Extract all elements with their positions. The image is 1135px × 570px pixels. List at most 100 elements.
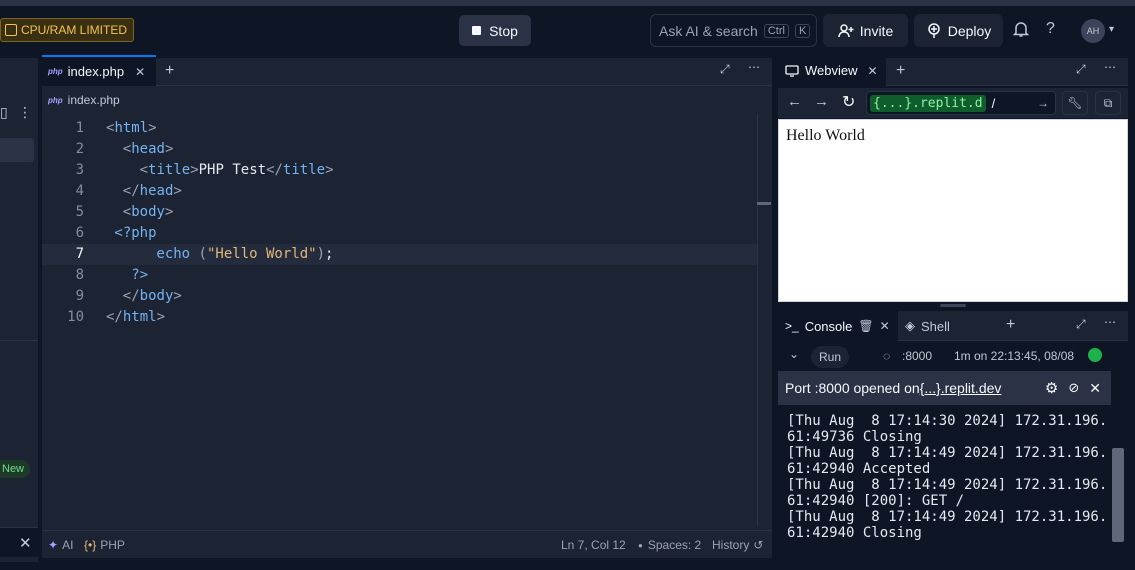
ai-icon: ✦	[48, 538, 59, 552]
code-text: <body>	[122, 204, 174, 220]
code-line[interactable]: 2 <head>	[42, 139, 758, 160]
code-line[interactable]: 6 <?php	[42, 223, 758, 244]
dot-icon: ●	[638, 540, 643, 550]
port-notification-link[interactable]: {...}.replit.dev	[920, 380, 1002, 396]
devtools-button[interactable]: 🔧︎	[1062, 91, 1088, 115]
code-line[interactable]: 9 </body>	[42, 286, 758, 307]
run-button[interactable]: Run	[811, 346, 849, 368]
code-text: </head>	[122, 183, 182, 199]
search-input[interactable]: Ask AI & search Ctrl K	[650, 14, 817, 47]
console-scrollbar[interactable]	[1112, 448, 1124, 542]
code-line[interactable]: 7 echo ("Hello World");	[42, 244, 758, 265]
resize-handle[interactable]	[940, 304, 966, 307]
more-options-icon[interactable]: ⋯	[748, 60, 760, 74]
code-text: echo ("Hello World");	[156, 246, 334, 262]
url-bar[interactable]: {...}.replit.d / →	[866, 91, 1056, 115]
forward-arrow-icon[interactable]: →	[814, 93, 829, 110]
external-link-icon: ⧉	[1103, 95, 1113, 110]
history-icon: ↺	[753, 538, 764, 552]
resource-limit-label: CPU/RAM LIMITED	[21, 23, 128, 37]
help-icon[interactable]: ?	[1046, 20, 1055, 38]
line-number: 3	[75, 162, 84, 178]
code-text: <title>PHP Test</title>	[139, 162, 334, 178]
cursor-position[interactable]: Ln 7, Col 12	[561, 538, 626, 552]
console-tab-label: Console	[804, 318, 853, 334]
chevron-down-icon[interactable]: ▾	[1109, 24, 1114, 35]
port-notification: Port :8000 opened on {...}.replit.dev ⚙ …	[778, 371, 1111, 405]
resource-limit-badge[interactable]: CPU/RAM LIMITED	[0, 18, 135, 42]
uptime-label: 1m on 22:13:45, 08/08	[954, 349, 1075, 363]
more-options-icon[interactable]: ⋯	[1104, 315, 1116, 329]
port-label[interactable]: :8000	[902, 349, 932, 363]
code-text: </body>	[122, 288, 182, 304]
code-line[interactable]: 5 <body>	[42, 202, 758, 223]
more-options-icon[interactable]: ⋮	[18, 104, 32, 121]
expand-icon[interactable]: ⤢	[1076, 62, 1086, 77]
breadcrumb-file[interactable]: index.php	[68, 93, 120, 107]
shell-icon: ◈	[905, 318, 915, 333]
close-icon[interactable]: ✕	[1089, 380, 1101, 397]
code-line[interactable]: 3 <title>PHP Test</title>	[42, 160, 758, 181]
close-icon[interactable]: ✕	[19, 534, 32, 552]
editor-scrollbar-thumb[interactable]	[757, 202, 771, 205]
stop-label: Stop	[489, 22, 518, 39]
code-text: ?>	[131, 267, 149, 283]
webview-page-text: Hello World	[786, 127, 865, 144]
close-tab-icon[interactable]: ✕	[880, 319, 890, 333]
code-line[interactable]: 1 <html>	[42, 118, 758, 139]
history-button[interactable]: History ↺	[712, 538, 763, 552]
indentation-button[interactable]: ● Spaces: 2	[638, 538, 701, 552]
language-button[interactable]: {•} PHP	[84, 538, 125, 552]
indentation-label: Spaces: 2	[647, 538, 702, 552]
url-path: /	[991, 95, 996, 111]
chevron-down-icon[interactable]: ⌄	[789, 347, 799, 361]
webview-frame[interactable]	[778, 119, 1128, 302]
deploy-button[interactable]: Deploy	[914, 14, 1003, 47]
deploy-label: Deploy	[947, 22, 992, 39]
eye-off-icon[interactable]: ⊘	[1068, 380, 1079, 396]
close-tab-icon[interactable]: ✕	[135, 65, 145, 79]
editor-scrollbar[interactable]	[757, 114, 771, 526]
deploy-icon	[927, 22, 940, 38]
expand-icon[interactable]: ⤢	[720, 62, 730, 77]
tab-webview[interactable]: Webview ✕	[778, 55, 886, 86]
back-arrow-icon[interactable]: ←	[787, 93, 802, 110]
code-line[interactable]: 10 </html>	[42, 307, 758, 328]
invite-button[interactable]: Invite	[823, 14, 908, 47]
close-tab-icon[interactable]: ✕	[868, 64, 878, 78]
line-number: 8	[75, 267, 84, 283]
more-options-icon[interactable]: ⋯	[1104, 60, 1116, 74]
ai-button[interactable]: ✦ AI	[48, 538, 73, 552]
code-text: <head>	[122, 141, 174, 157]
add-tab-icon[interactable]: +	[896, 62, 905, 80]
php-file-icon: php	[48, 67, 63, 76]
tab-shell[interactable]: ◈ Shell	[905, 311, 950, 341]
avatar[interactable]: AH	[1081, 19, 1105, 43]
shell-tab-label: Shell	[921, 318, 950, 334]
sidebar-item-active[interactable]	[0, 138, 34, 162]
new-badge: New	[0, 460, 31, 478]
trash-icon[interactable]: 🗑︎	[858, 319, 873, 333]
tab-index-php[interactable]: php index.php ✕	[42, 55, 156, 86]
code-text: </html>	[106, 309, 166, 325]
expand-icon[interactable]: ⤢	[1076, 317, 1086, 332]
reload-icon[interactable]: ↻	[842, 92, 855, 112]
open-new-tab-button[interactable]: ⧉	[1095, 91, 1121, 115]
tab-console[interactable]: >_ Console 🗑︎ ✕	[778, 311, 898, 341]
console-output[interactable]: [Thu Aug 8 17:14:30 2024] 172.31.196. 61…	[778, 408, 1114, 558]
sidebar-toolbar-icon[interactable]: ▯	[0, 104, 8, 121]
stop-icon	[472, 26, 482, 35]
code-area[interactable]: 1 <html> 2 <head> 3 <title>PHP Test</title> 4 <…	[42, 114, 758, 526]
go-arrow-icon[interactable]: →	[1037, 96, 1049, 110]
breadcrumb: php index.php	[42, 88, 772, 112]
line-number: 2	[75, 141, 84, 157]
stop-button[interactable]: Stop	[459, 15, 531, 46]
gear-icon[interactable]: ⚙	[1045, 379, 1058, 397]
line-number: 6	[75, 225, 84, 241]
add-tab-icon[interactable]: +	[1006, 316, 1015, 334]
status-indicator	[1088, 348, 1102, 362]
bell-icon[interactable]	[1012, 20, 1031, 40]
code-line[interactable]: 8 ?>	[42, 265, 758, 286]
add-tab-icon[interactable]: +	[165, 62, 174, 80]
code-line[interactable]: 4 </head>	[42, 181, 758, 202]
